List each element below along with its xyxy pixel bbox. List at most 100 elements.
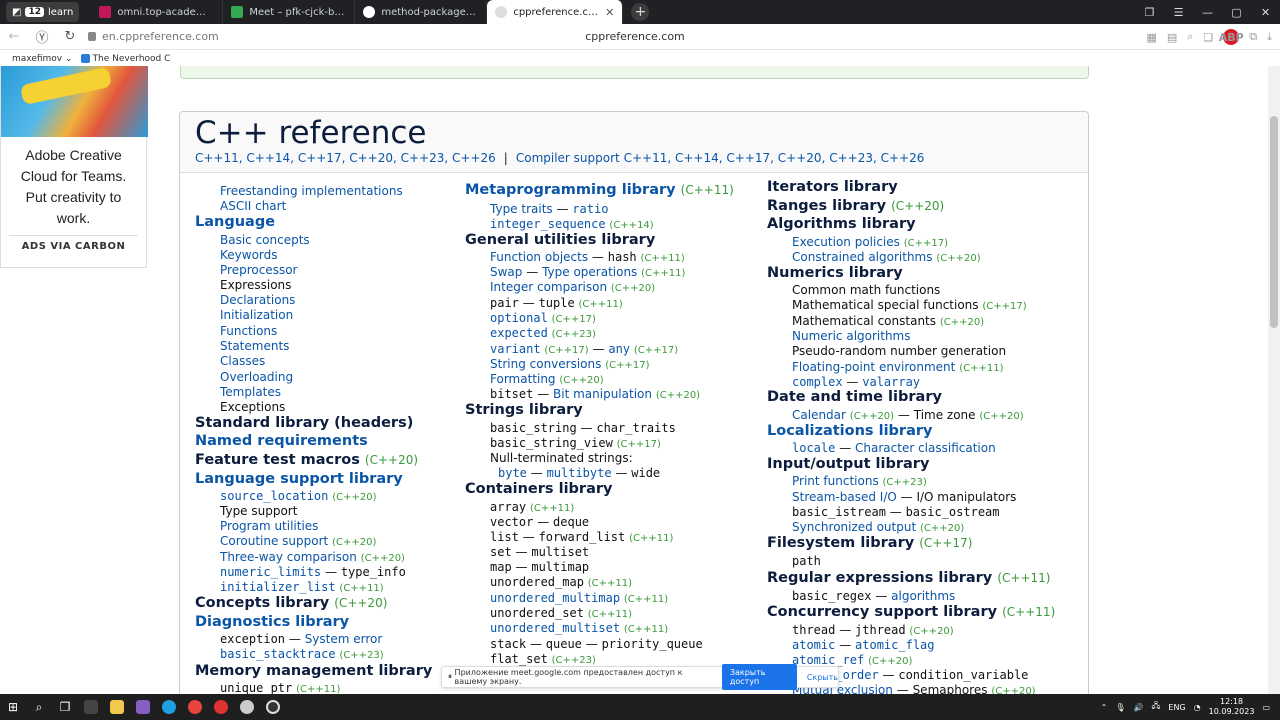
heading-io[interactable]: Input/output library [767, 456, 929, 472]
link-ranges[interactable]: Ranges library [767, 198, 886, 214]
search-icon[interactable]: ⌕ [26, 694, 52, 720]
link-fp-env[interactable]: Floating-point environment [792, 360, 955, 374]
link-templates[interactable]: Templates [220, 385, 281, 399]
link-string-conversions[interactable]: String conversions [490, 357, 601, 371]
link-overloading[interactable]: Overloading [220, 370, 293, 384]
compiler-version-link[interactable]: C++17 [726, 151, 770, 165]
link-exceptions[interactable]: Exceptions [220, 400, 285, 414]
version-link[interactable]: C++17 [298, 151, 342, 165]
link-unordered-set[interactable]: unordered_set [490, 606, 584, 620]
link-print-functions[interactable]: Print functions [792, 474, 879, 488]
visual-studio-icon[interactable] [130, 694, 156, 720]
link-system-error[interactable]: System error [305, 632, 383, 646]
link-prng[interactable]: Pseudo-random number generation [792, 344, 1006, 358]
link-initialization[interactable]: Initialization [220, 308, 293, 322]
link-program-utilities[interactable]: Program utilities [220, 519, 318, 533]
ad-text[interactable]: Adobe Creative Cloud for Teams. Put crea… [1, 137, 146, 235]
adblock-icon[interactable]: ABP [1219, 29, 1244, 45]
restore-icon[interactable]: ▢ [1222, 6, 1251, 19]
link-unordered-map[interactable]: unordered_map [490, 575, 584, 589]
browser-tab-omni[interactable]: omni.top-academy.ru/#/p [91, 0, 224, 24]
language-indicator[interactable]: ENG [1168, 703, 1185, 712]
link-keywords[interactable]: Keywords [220, 248, 278, 262]
link-type-support[interactable]: Type support [220, 504, 297, 518]
link-three-way[interactable]: Three-way comparison [220, 550, 357, 564]
link-sync-output[interactable]: Synchronized output [792, 520, 916, 534]
chrome-icon[interactable] [182, 694, 208, 720]
yandex-browser-icon[interactable] [234, 694, 260, 720]
link-jthread[interactable]: jthread [855, 623, 906, 637]
link-valarray[interactable]: valarray [862, 375, 920, 389]
heading-named-requirements[interactable]: Named requirements [195, 433, 368, 449]
link-unordered-multiset[interactable]: unordered_multiset [490, 621, 620, 635]
link-thread[interactable]: thread [792, 623, 835, 637]
heading-general-utilities[interactable]: General utilities library [465, 232, 655, 248]
compiler-version-link[interactable]: C++20 [778, 151, 822, 165]
link-array[interactable]: array [490, 500, 526, 514]
link-deque[interactable]: deque [553, 515, 589, 529]
notifications-icon[interactable]: ▭ [1262, 703, 1270, 712]
reload-icon[interactable]: ↻ [56, 29, 84, 44]
link-variant[interactable]: variant [490, 342, 541, 356]
link-coroutine-support[interactable]: Coroutine support [220, 534, 328, 548]
link-stream-io[interactable]: Stream-based I/O [792, 490, 897, 504]
link-initializer-list[interactable]: initializer_list [220, 580, 336, 594]
heading-containers[interactable]: Containers library [465, 481, 612, 497]
link-flat-set[interactable]: flat_set [490, 652, 548, 666]
link-common-math[interactable]: Common math functions [792, 283, 940, 297]
file-explorer-icon[interactable] [104, 694, 130, 720]
yandex-icon[interactable] [208, 694, 234, 720]
link-condition-variable[interactable]: condition_variable [898, 668, 1028, 682]
stop-sharing-button[interactable]: Закрыть доступ [721, 664, 797, 690]
link-calendar[interactable]: Calendar [792, 408, 846, 422]
link-type-operations[interactable]: Type operations [542, 265, 637, 279]
tray-chevron-icon[interactable]: ⌃ [1101, 703, 1108, 712]
link-basic-string[interactable]: basic_string [490, 421, 577, 435]
link-source-location[interactable]: source_location [220, 489, 328, 503]
link-wide[interactable]: wide [631, 466, 660, 480]
minimize-icon[interactable]: — [1193, 6, 1222, 19]
link-function-objects[interactable]: Function objects [490, 250, 588, 264]
link-feature-test[interactable]: Feature test macros [195, 452, 360, 468]
volume-icon[interactable]: 🔊 [1134, 703, 1144, 712]
link-metaprogramming[interactable]: Metaprogramming library [465, 182, 676, 198]
link-concepts[interactable]: Concepts library [195, 595, 329, 611]
heading-language-support[interactable]: Language support library [195, 471, 403, 487]
link-basic-concepts[interactable]: Basic concepts [220, 233, 310, 247]
link-statements[interactable]: Statements [220, 339, 289, 353]
link-basic-regex[interactable]: basic_regex [792, 589, 871, 603]
link-math-constants[interactable]: Mathematical constants [792, 314, 936, 328]
link-vector[interactable]: vector [490, 515, 533, 529]
heading-language[interactable]: Language [195, 214, 275, 230]
bookmark-maxefimov[interactable]: maxefimov ⌄ [12, 54, 73, 64]
new-tab-button[interactable]: + [631, 3, 650, 21]
compiler-version-link[interactable]: C++14 [675, 151, 719, 165]
link-integer-comparison[interactable]: Integer comparison [490, 280, 607, 294]
link-multiset[interactable]: multiset [531, 545, 589, 559]
ad-image[interactable] [1, 66, 148, 137]
link-regex-algorithms[interactable]: algorithms [891, 589, 955, 603]
extensions-icon[interactable]: ▦ [1146, 31, 1156, 44]
store-icon[interactable] [78, 694, 104, 720]
link-unordered-multimap[interactable]: unordered_multimap [490, 591, 620, 605]
link-byte[interactable]: byte [498, 466, 527, 480]
link-type-info[interactable]: type_info [341, 565, 406, 579]
reader-icon[interactable]: ▤ [1167, 31, 1177, 44]
link-pair[interactable]: pair [490, 296, 519, 310]
link-declarations[interactable]: Declarations [220, 293, 295, 307]
link-time-zone[interactable]: Time zone [914, 408, 976, 422]
link-expected[interactable]: expected [490, 326, 548, 340]
heading-strings[interactable]: Strings library [465, 402, 583, 418]
hide-button[interactable]: Скрыть [807, 673, 838, 682]
link-semaphores[interactable]: Semaphores [913, 683, 988, 694]
heading-algorithms[interactable]: Algorithms library [767, 216, 916, 232]
compiler-version-link[interactable]: C++11 [624, 151, 668, 165]
link-bit-manipulation[interactable]: Bit manipulation [553, 387, 652, 401]
microphone-icon[interactable]: 🎙 [1115, 703, 1125, 712]
link-type-traits[interactable]: Type traits [490, 202, 553, 216]
link-optional[interactable]: optional [490, 311, 548, 325]
back-icon[interactable]: ← [0, 29, 28, 44]
scrollbar-thumb[interactable] [1270, 116, 1278, 328]
link-math-special[interactable]: Mathematical special functions [792, 298, 979, 312]
link-basic-ostream[interactable]: basic_ostream [906, 505, 1000, 519]
